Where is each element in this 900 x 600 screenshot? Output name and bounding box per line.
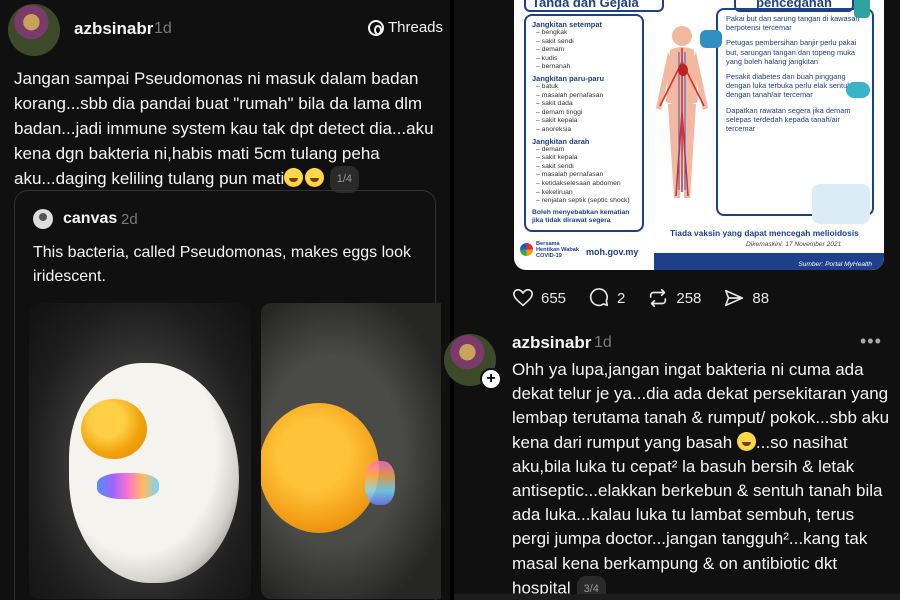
- post-time: 1d: [154, 20, 172, 37]
- symptom-item: – masalah pernafasan: [536, 91, 604, 99]
- reply-time: 1d: [594, 334, 612, 351]
- quoted-time: 2d: [121, 211, 138, 228]
- quoted-author[interactable]: canvas: [63, 210, 117, 228]
- symptom-item: – sakit dada: [536, 100, 573, 108]
- rofl-emoji-icon: [736, 431, 756, 451]
- quoted-post[interactable]: canvas 2d This bacteria, called Pseudomo…: [14, 190, 441, 600]
- symptom-item: – sakit sendi: [536, 162, 574, 170]
- reply-body-part2: ...so nasihat aku,bila luka tu cepat² la…: [512, 432, 883, 598]
- mortality-note: Boleh menyebabkan kematian jika tidak di…: [532, 208, 630, 224]
- symptom-item: – sakit sendi: [536, 37, 574, 45]
- symptom-section-title: Jangkitan darah: [532, 136, 590, 146]
- infographic-footer: Bersama Hentikan Wabak COVID-19 moh.gov.…: [514, 241, 884, 270]
- infographic-heading-left: Tanda dan Gejala: [524, 0, 664, 12]
- quoted-text: This bacteria, called Pseudomonas, makes…: [33, 244, 411, 285]
- repost-icon: [650, 288, 667, 308]
- post-actions: 655 2 258 88: [512, 286, 791, 310]
- reply-button[interactable]: 2: [588, 287, 625, 309]
- face-mask-icon: [846, 82, 870, 98]
- egg-photo-1[interactable]: [29, 303, 251, 599]
- symptom-section-title: Jangkitan setempat: [532, 20, 603, 29]
- share-button[interactable]: 88: [723, 287, 769, 309]
- prevention-item: Pakai but dan sarung tangan di kawasan b…: [726, 14, 860, 33]
- moh-site: moh.gov.my: [586, 247, 639, 257]
- infographic-image[interactable]: Tanda dan Gejala pencegahan Jangkitan se…: [514, 0, 884, 270]
- reply-count: 2: [617, 289, 626, 307]
- doctor-patient-icon: [812, 184, 870, 224]
- quoted-author-avatar[interactable]: [33, 209, 53, 229]
- symptom-item: – kekeliruan: [536, 188, 573, 196]
- left-post: azbsinabr 1d Threads Jangan sampai Pseud…: [0, 0, 450, 600]
- right-post: Tanda dan Gejala pencegahan Jangkitan se…: [444, 0, 900, 600]
- reply-text: Ohh ya lupa,jangan ingat bakteria ni cum…: [512, 358, 892, 600]
- reply-composer-edge: [454, 594, 900, 600]
- like-count: 655: [541, 289, 567, 307]
- comment-icon: [589, 288, 609, 307]
- reply-author[interactable]: azbsinabr: [512, 333, 591, 353]
- follow-plus-icon[interactable]: +: [480, 368, 502, 390]
- prevention-item: Dapatkan rawatan segera jika demam selep…: [726, 105, 851, 134]
- source-credit: Sumber: Portal MyHealth: [798, 261, 872, 268]
- symptom-item: – demam: [536, 145, 565, 153]
- repost-count: 258: [676, 289, 702, 307]
- symptom-item: – bengkak: [536, 29, 568, 36]
- threads-label: Threads: [388, 19, 444, 36]
- heart-icon: [513, 288, 533, 307]
- share-count: 88: [752, 289, 770, 307]
- covid-campaign-logo: Bersama Hentikan Wabak COVID-19: [520, 241, 580, 259]
- prevention-item: Pesakit diabetes dan buah pinggang denga…: [726, 72, 860, 100]
- symptom-item: – ketidakselesaan abdomen: [536, 179, 621, 187]
- like-button[interactable]: 655: [512, 287, 566, 309]
- repost-button[interactable]: 258: [647, 287, 701, 309]
- prevention-item: Petugas pembersihan banjir perlu pakai b…: [726, 38, 857, 66]
- more-options-icon[interactable]: •••: [860, 331, 882, 352]
- symptom-item: – demam: [536, 46, 565, 54]
- egg-photo-2[interactable]: [261, 303, 441, 599]
- symptom-item: – anoreksia: [536, 125, 572, 133]
- symptoms-panel: Jangkitan setempat – bengkak – sakit sendi…: [524, 14, 644, 232]
- symptom-item: – kudis: [536, 54, 558, 62]
- post-body: Jangan sampai Pseudomonas ni masuk dalam…: [14, 69, 434, 188]
- vaccine-note: Tiada vaksin yang dapat mencegah melioid…: [670, 228, 859, 238]
- symptom-item: – masalah pernafasan: [536, 171, 604, 179]
- post-text: Jangan sampai Pseudomonas ni masuk dalam…: [14, 66, 440, 194]
- symptom-item: – demam tinggi: [536, 108, 583, 116]
- symptom-item: – sakit kepala: [536, 154, 578, 162]
- symptom-item: – sakit kepala: [536, 117, 578, 125]
- updated-date: Dikemaskini: 17 November 2021: [746, 241, 842, 248]
- human-anatomy-icon: [656, 26, 708, 198]
- send-icon: [725, 289, 744, 307]
- symptom-item: – bernanah: [536, 63, 571, 71]
- author-avatar[interactable]: [8, 4, 60, 56]
- post-author[interactable]: azbsinabr: [74, 19, 153, 39]
- threads-logo-icon: [368, 19, 384, 36]
- symptom-item: – batuk: [536, 82, 559, 90]
- rofl-emoji-icon: [304, 168, 324, 187]
- symptom-item: – renjatan septik (septic shock): [536, 197, 630, 205]
- glove-icon: [700, 30, 722, 48]
- page-counter: 1/4: [329, 166, 360, 194]
- rofl-emoji-icon: [284, 168, 304, 187]
- boot-icon: [854, 0, 870, 18]
- threads-link[interactable]: Threads: [368, 19, 443, 36]
- symptom-section-title: Jangkitan paru-paru: [532, 73, 605, 83]
